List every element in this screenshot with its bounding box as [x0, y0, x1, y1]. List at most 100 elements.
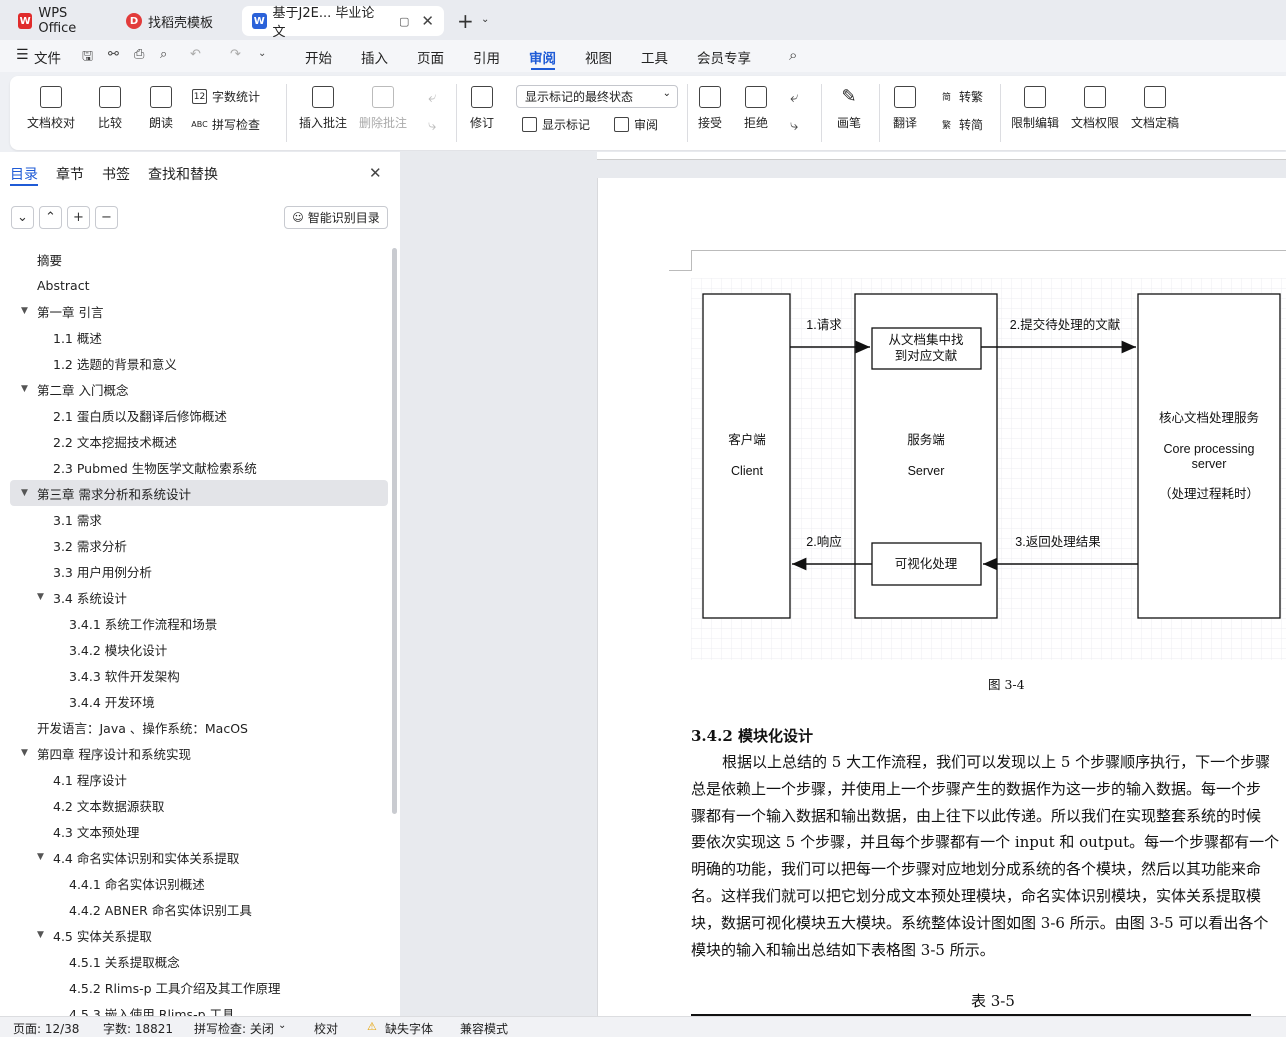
menu-view[interactable]: 视图 [585, 47, 612, 67]
toc-item[interactable]: ▼ 4.4 命名实体识别和实体关系提取 [10, 844, 388, 870]
toc-item[interactable]: 4.3 文本预处理 [10, 818, 388, 844]
spell-check-status[interactable]: 拼写检查: 关闭 [194, 1020, 274, 1037]
toc-item[interactable]: ▼ 第四章 程序设计和系统实现 [10, 740, 388, 766]
toc-item[interactable]: 4.2 文本数据源获取 [10, 792, 388, 818]
print-icon[interactable]: ⎙ [134, 47, 144, 62]
revise-button[interactable]: 修订 [470, 86, 494, 131]
tab-document-active[interactable]: W 基于J2E... 毕业论文 ▢ ✕ [242, 6, 444, 40]
markup-display-select[interactable]: 显示标记的最终状态 ⌄ [516, 85, 678, 108]
toc-item[interactable]: 4.5.2 Rlims-p 工具介绍及其工作原理 [10, 974, 388, 1000]
word-count-button[interactable]: 12 字数统计 [192, 88, 260, 105]
menu-reference[interactable]: 引用 [473, 47, 500, 67]
prev-change-icon[interactable]: ⤶ [790, 88, 798, 106]
file-menu[interactable]: 文件 [34, 47, 61, 67]
tab-docer-templates[interactable]: D 找稻壳模板 [116, 6, 238, 36]
toc-item[interactable]: ▼ 第二章 入门概念 [10, 376, 388, 402]
reject-button[interactable]: 拒绝 [744, 86, 768, 131]
delete-comment-button[interactable]: 删除批注 [359, 86, 407, 131]
proofread-status[interactable]: 校对 [314, 1020, 338, 1037]
toc-item[interactable]: 3.4.4 开发环境 [10, 688, 388, 714]
toc-item[interactable]: Abstract [10, 272, 388, 298]
remove-heading-button[interactable]: − [95, 206, 118, 229]
doc-permission-button[interactable]: 文档权限 [1071, 86, 1119, 131]
menu-page[interactable]: 页面 [417, 47, 444, 67]
search-icon[interactable]: ⌕ [789, 46, 797, 64]
review-pane-button[interactable]: 审阅 [614, 116, 658, 133]
pen-button[interactable]: ✎ 画笔 [837, 86, 861, 131]
tab-chapters[interactable]: 章节 [56, 164, 84, 184]
show-markup-button[interactable]: 显示标记 [522, 116, 590, 133]
menu-insert[interactable]: 插入 [361, 47, 388, 67]
toc-item[interactable]: 3.4.3 软件开发架构 [10, 662, 388, 688]
undo-icon[interactable]: ↶ [190, 47, 201, 62]
restrict-edit-button[interactable]: 限制编辑 [1011, 86, 1059, 131]
toc-item[interactable]: 1.2 选题的背景和意义 [10, 350, 388, 376]
redo-icon[interactable]: ↷ [230, 47, 241, 62]
page-count[interactable]: 页面: 12/38 [13, 1020, 79, 1037]
tab-list-chevron-icon[interactable]: ⌄ [481, 14, 489, 25]
toc-scrollbar[interactable] [392, 248, 397, 814]
hamburger-icon[interactable]: ☰ [16, 47, 29, 63]
tab-bookmarks[interactable]: 书签 [102, 164, 130, 184]
expand-triangle-icon[interactable]: ▼ [21, 488, 28, 498]
toc-item[interactable]: 开发语言：Java 、操作系统：MacOS [10, 714, 388, 740]
toc-item[interactable]: 2.3 Pubmed 生物医学文献检索系统 [10, 454, 388, 480]
toc-item[interactable]: ▼ 3.4 系统设计 [10, 584, 388, 610]
toc-item[interactable]: 4.4.1 命名实体识别概述 [10, 870, 388, 896]
smart-toc-button[interactable]: ☺ 智能识别目录 [284, 206, 388, 229]
missing-font-status[interactable]: 缺失字体 [385, 1020, 433, 1037]
menu-start[interactable]: 开始 [305, 47, 332, 67]
toc-item[interactable]: 4.5.1 关系提取概念 [10, 948, 388, 974]
compat-mode-status[interactable]: 兼容模式 [460, 1020, 508, 1037]
expand-triangle-icon[interactable]: ▼ [37, 852, 44, 862]
toc-item[interactable]: 3.2 需求分析 [10, 532, 388, 558]
accept-button[interactable]: 接受 [698, 86, 722, 131]
compare-button[interactable]: 比较 [98, 86, 122, 131]
toc-item[interactable]: 3.4.2 模块化设计 [10, 636, 388, 662]
doc-check-button[interactable]: 文档校对 [27, 86, 75, 131]
close-pane-icon[interactable]: ✕ [369, 164, 382, 182]
translate-button[interactable]: 翻译 [893, 86, 917, 131]
pin-window-icon[interactable]: ▢ [399, 15, 409, 28]
word-count[interactable]: 字数: 18821 [103, 1020, 173, 1037]
toc-item[interactable]: ▼ 第一章 引言 [10, 298, 388, 324]
toc-item[interactable]: 摘要 [10, 246, 388, 272]
menu-review-active[interactable]: 审阅 [529, 47, 556, 67]
tab-find-replace[interactable]: 查找和替换 [148, 164, 218, 184]
toc-item[interactable]: 2.1 蛋白质以及翻译后修饰概述 [10, 402, 388, 428]
next-change-icon[interactable]: ⤷ [790, 116, 798, 134]
to-simplified-button[interactable]: 繁 转简 [939, 116, 983, 133]
insert-comment-button[interactable]: 插入批注 [299, 86, 347, 131]
toc-item[interactable]: 3.1 需求 [10, 506, 388, 532]
read-aloud-button[interactable]: 朗读 [149, 86, 173, 131]
print-preview-icon[interactable]: ⌕ [160, 47, 167, 62]
expand-triangle-icon[interactable]: ▼ [21, 306, 28, 316]
add-heading-button[interactable]: + [67, 206, 90, 229]
expand-triangle-icon[interactable]: ▼ [37, 930, 44, 940]
to-traditional-button[interactable]: 简 转繁 [939, 88, 983, 105]
expand-down-button[interactable]: ⌄ [11, 206, 34, 229]
expand-triangle-icon[interactable]: ▼ [21, 384, 28, 394]
toc-item[interactable]: 3.4.1 系统工作流程和场景 [10, 610, 388, 636]
toc-item[interactable]: 2.2 文本挖掘技术概述 [10, 428, 388, 454]
tab-toc[interactable]: 目录 [10, 164, 38, 184]
next-comment-icon[interactable]: ⤷ [428, 116, 436, 134]
more-chevron-icon[interactable]: ⌄ [258, 48, 266, 59]
toc-item[interactable]: 4.4.2 ABNER 命名实体识别工具 [10, 896, 388, 922]
toc-item[interactable]: 3.3 用户用例分析 [10, 558, 388, 584]
menu-tools[interactable]: 工具 [641, 47, 668, 67]
toc-item[interactable]: 1.1 概述 [10, 324, 388, 350]
tab-wps-office[interactable]: W WPS Office [8, 6, 112, 36]
spell-check-button[interactable]: ABC 拼写检查 [191, 116, 260, 133]
toc-item-selected[interactable]: ▼ 第三章 需求分析和系统设计 [10, 480, 388, 506]
menu-member[interactable]: 会员专享 [697, 47, 751, 67]
expand-triangle-icon[interactable]: ▼ [21, 748, 28, 758]
prev-comment-icon[interactable]: ⤶ [428, 88, 436, 106]
share-link-icon[interactable]: ⚯ [108, 47, 119, 62]
new-tab-icon[interactable]: + [457, 9, 474, 33]
toc-item[interactable]: 4.1 程序设计 [10, 766, 388, 792]
expand-triangle-icon[interactable]: ▼ [37, 592, 44, 602]
toc-item[interactable]: ▼ 4.5 实体关系提取 [10, 922, 388, 948]
collapse-up-button[interactable]: ⌃ [39, 206, 62, 229]
save-icon[interactable]: 🖫 [82, 47, 93, 69]
